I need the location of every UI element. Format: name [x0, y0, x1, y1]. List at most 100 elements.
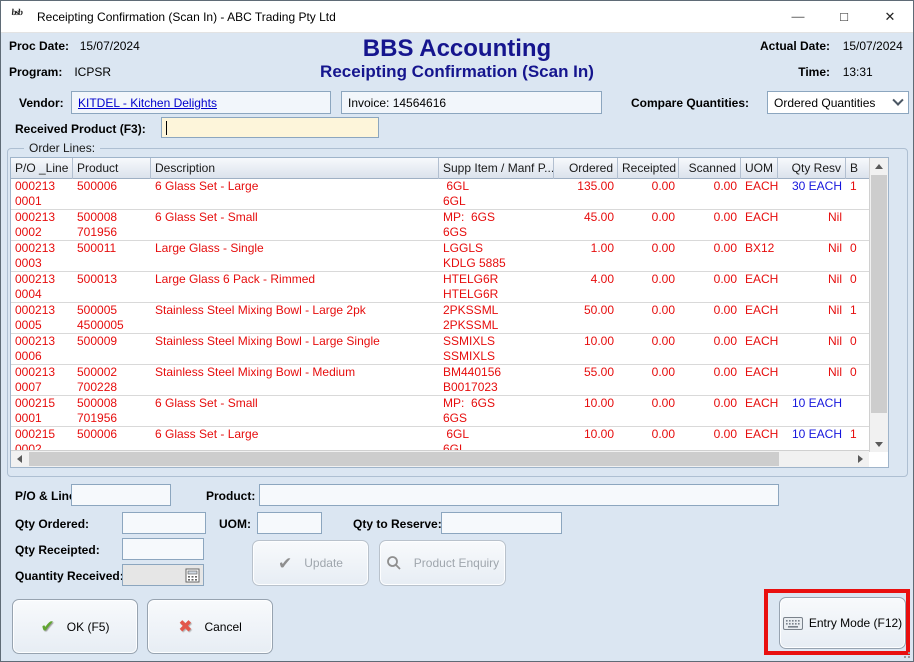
table-row[interactable]: 0002130004500013 Large Glass 6 Pack - Ri… — [11, 272, 869, 303]
update-button[interactable]: ✔ Update — [252, 540, 369, 586]
cell-product: 500009 — [73, 334, 151, 364]
cell-receipted: 0.00 — [618, 365, 679, 395]
magnifier-icon — [386, 555, 402, 571]
cell-desc: 6 Glass Set - Small — [151, 396, 439, 426]
qty-to-reserve-input[interactable] — [441, 512, 562, 534]
scroll-right-icon[interactable] — [852, 451, 868, 467]
horizontal-scrollbar-thumb[interactable] — [29, 452, 779, 466]
minimize-icon[interactable]: — — [775, 1, 821, 33]
invoice-field: Invoice: 14564616 — [341, 91, 602, 114]
scroll-down-icon[interactable] — [870, 436, 888, 452]
cell-desc: 6 Glass Set - Small — [151, 210, 439, 240]
scroll-left-icon[interactable] — [11, 451, 27, 467]
cell-ordered: 1.00 — [554, 241, 618, 271]
vertical-scrollbar-thumb[interactable] — [871, 175, 887, 413]
uom-input[interactable] — [257, 512, 322, 534]
column-header-qty-resv[interactable]: Qty Resv — [778, 158, 846, 179]
window-title: Receipting Confirmation (Scan In) - ABC … — [37, 10, 336, 24]
cell-resv: Nil — [778, 365, 846, 395]
table-row[interactable]: 0002130007500002700228Stainless Steel Mi… — [11, 365, 869, 396]
close-icon[interactable]: ✕ — [867, 1, 913, 33]
product-enquiry-button[interactable]: Product Enquiry — [379, 540, 506, 586]
received-product-input[interactable] — [161, 117, 379, 138]
compare-quantities-select[interactable]: Ordered Quantities — [767, 91, 909, 114]
x-icon: ✖ — [178, 618, 192, 635]
cell-ordered: 50.00 — [554, 303, 618, 333]
table-row[interactable]: 00021300025000087019566 Glass Set - Smal… — [11, 210, 869, 241]
cell-extra: 1 — [846, 179, 869, 209]
vendor-link[interactable]: KITDEL - Kitchen Delights — [78, 96, 217, 110]
maximize-icon[interactable]: □ — [821, 1, 867, 33]
cell-supp: HTELG6RHTELG6R — [439, 272, 554, 302]
cell-uom: EACH — [741, 272, 778, 302]
cell-scanned: 0.00 — [679, 427, 741, 452]
cell-uom: EACH — [741, 210, 778, 240]
column-header-description[interactable]: Description — [151, 158, 439, 179]
column-header-scanned[interactable]: Scanned — [679, 158, 741, 179]
cell-uom: EACH — [741, 303, 778, 333]
actual-date: Actual Date: 15/07/2024 — [756, 39, 903, 53]
cell-desc: 6 Glass Set - Large — [151, 427, 439, 452]
cell-supp: SSMIXLSSSMIXLS — [439, 334, 554, 364]
qty-receipted-input[interactable] — [122, 538, 204, 560]
cell-scanned: 0.00 — [679, 179, 741, 209]
cell-product: 500008701956 — [73, 396, 151, 426]
cell-uom: EACH — [741, 179, 778, 209]
cell-supp: BM440156B0017023 — [439, 365, 554, 395]
cell-receipted: 0.00 — [618, 427, 679, 452]
table-header: P/O _Line Product Description Supp Item … — [11, 158, 869, 179]
column-header-receipted[interactable]: Receipted — [618, 158, 679, 179]
column-header-product[interactable]: Product — [73, 158, 151, 179]
po-line-label: P/O & Line: — [15, 489, 80, 503]
cell-uom: EACH — [741, 365, 778, 395]
cell-scanned: 0.00 — [679, 365, 741, 395]
cell-desc: Large Glass 6 Pack - Rimmed — [151, 272, 439, 302]
product-input[interactable] — [259, 484, 779, 506]
cell-scanned: 0.00 — [679, 210, 741, 240]
horizontal-scrollbar[interactable] — [11, 450, 869, 467]
cell-extra: 0 — [846, 272, 869, 302]
qty-ordered-input[interactable] — [122, 512, 206, 534]
table-row[interactable]: 0002130001500006 6 Glass Set - Large 6GL… — [11, 179, 869, 210]
cell-po: 0002130004 — [11, 272, 73, 302]
table-row[interactable]: 0002150002500006 6 Glass Set - Large 6GL… — [11, 427, 869, 452]
cell-po: 0002130006 — [11, 334, 73, 364]
column-header-supp-item[interactable]: Supp Item / Manf P... — [439, 158, 554, 179]
vertical-scrollbar[interactable] — [869, 158, 888, 452]
compare-quantities-value: Ordered Quantities — [774, 96, 875, 110]
quantity-received-input[interactable] — [122, 564, 204, 586]
table-row[interactable]: 0002130003500011 Large Glass - Single LG… — [11, 241, 869, 272]
cell-resv: Nil — [778, 303, 846, 333]
resize-grip[interactable] — [900, 648, 910, 658]
column-header-uom[interactable]: UOM — [741, 158, 778, 179]
scroll-up-icon[interactable] — [870, 158, 888, 174]
cell-receipted: 0.00 — [618, 303, 679, 333]
cell-receipted: 0.00 — [618, 210, 679, 240]
app-icon: bsb — [10, 8, 30, 26]
cell-extra: 0 — [846, 334, 869, 364]
order-lines-table: P/O _Line Product Description Supp Item … — [10, 157, 889, 468]
cell-scanned: 0.00 — [679, 241, 741, 271]
table-row[interactable]: 00021300055000054500005Stainless Steel M… — [11, 303, 869, 334]
cell-extra — [846, 210, 869, 240]
cancel-button[interactable]: ✖ Cancel — [147, 599, 273, 654]
entry-mode-button[interactable]: Entry Mode (F12) — [779, 597, 906, 649]
cell-uom: BX12 — [741, 241, 778, 271]
column-header-po-line[interactable]: P/O _Line — [11, 158, 73, 179]
po-line-input[interactable] — [71, 484, 171, 506]
ok-button[interactable]: ✔ OK (F5) — [12, 599, 138, 654]
order-lines-group-label: Order Lines: — [24, 141, 100, 155]
check-icon: ✔ — [278, 555, 292, 572]
table-row[interactable]: 00021500015000087019566 Glass Set - Smal… — [11, 396, 869, 427]
cell-resv: Nil — [778, 241, 846, 271]
vendor-label: Vendor: — [19, 96, 64, 110]
cell-po: 0002150002 — [11, 427, 73, 452]
qty-ordered-label: Qty Ordered: — [15, 517, 89, 531]
column-header-partial[interactable]: B — [846, 158, 869, 179]
cell-po: 0002130001 — [11, 179, 73, 209]
table-row[interactable]: 0002130006500009 Stainless Steel Mixing … — [11, 334, 869, 365]
uom-label: UOM: — [219, 517, 251, 531]
vendor-field: KITDEL - Kitchen Delights — [71, 91, 331, 114]
column-header-ordered[interactable]: Ordered — [554, 158, 618, 179]
window-controls: — □ ✕ — [775, 1, 913, 33]
